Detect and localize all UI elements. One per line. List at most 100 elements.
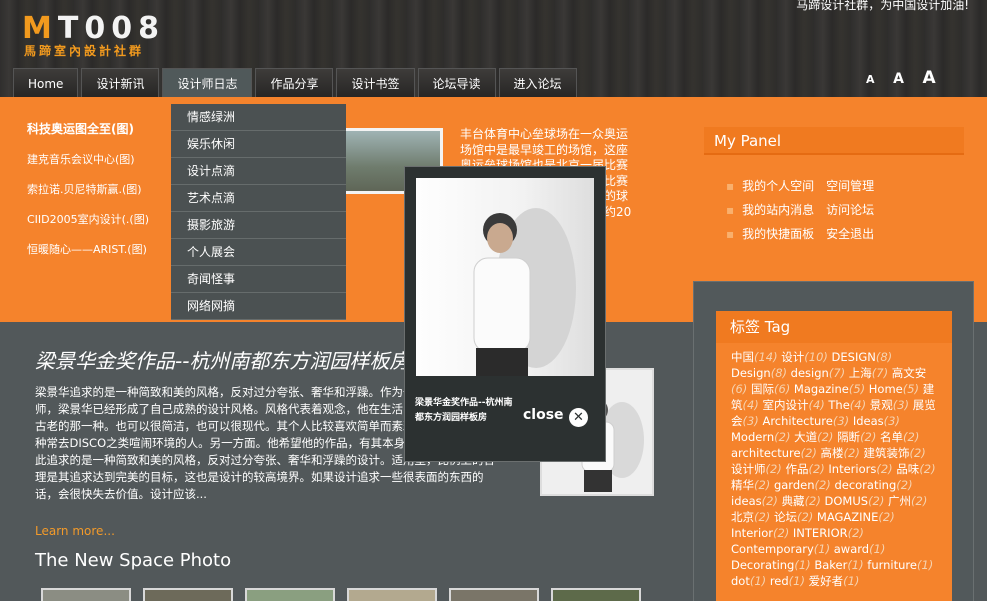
tag-link[interactable]: design(7) xyxy=(791,366,845,380)
tag-link[interactable]: Design(8) xyxy=(731,366,787,380)
tag-link[interactable]: Magazine(5) xyxy=(794,382,865,396)
tag-link[interactable]: 广州(2) xyxy=(888,494,927,508)
tag-link[interactable]: 名单(2) xyxy=(880,430,919,444)
tag-link[interactable]: Baker(1) xyxy=(814,558,863,572)
nav-home[interactable]: Home xyxy=(13,68,79,98)
tag-link[interactable]: Contemporary(1) xyxy=(731,542,830,556)
tag-link[interactable]: ideas(2) xyxy=(731,494,778,508)
headline-link[interactable]: 科技奥运图全至(图) xyxy=(27,121,149,151)
tag-link[interactable]: 建筑装饰(2) xyxy=(864,446,926,460)
headline-link[interactable]: 建克音乐会议中心(图) xyxy=(27,151,149,181)
tag-link[interactable]: red(1) xyxy=(770,574,805,588)
photo-thumbnail[interactable] xyxy=(449,588,539,601)
tag-link[interactable]: furniture(1) xyxy=(867,558,933,572)
tag-link[interactable]: Modern(2) xyxy=(731,430,790,444)
tag-link[interactable]: INTERIOR(2) xyxy=(793,526,864,540)
panel-link-logout[interactable]: 安全退出 xyxy=(826,227,874,241)
font-medium-button[interactable]: A xyxy=(893,71,904,87)
tag-name: Contemporary xyxy=(731,542,814,556)
dropdown-item[interactable]: 艺术点滴 xyxy=(171,185,346,212)
dropdown-item[interactable]: 摄影旅游 xyxy=(171,212,346,239)
tag-link[interactable]: 中国(14) xyxy=(731,350,778,364)
nav-forum-guide[interactable]: 论坛导读 xyxy=(417,68,496,98)
tag-count: (5) xyxy=(902,382,920,396)
tag-link[interactable]: DESIGN(8) xyxy=(832,350,893,364)
dropdown-item[interactable]: 网络网摘 xyxy=(171,293,346,320)
tag-link[interactable]: 景观(3) xyxy=(870,398,909,412)
tag-link[interactable]: Ideas(3) xyxy=(853,414,900,428)
dropdown-item[interactable]: 奇闻怪事 xyxy=(171,266,346,293)
nav-enter-forum[interactable]: 进入论坛 xyxy=(498,68,577,98)
site-logo[interactable]: MT008 xyxy=(22,13,165,45)
dropdown-item[interactable]: 情感绿洲 xyxy=(171,104,346,131)
nav-design-bookmarks[interactable]: 设计书签 xyxy=(336,68,415,98)
tag-link[interactable]: 上海(7) xyxy=(849,366,888,380)
tag-link[interactable]: The(4) xyxy=(828,398,866,412)
portrait-image xyxy=(473,208,576,376)
dropdown-item[interactable]: 娱乐休闲 xyxy=(171,131,346,158)
tag-link[interactable]: Decorating(1) xyxy=(731,558,811,572)
photo-thumbnail[interactable] xyxy=(347,588,437,601)
tag-count: (2) xyxy=(817,430,834,444)
panel-link-messages[interactable]: 我的站内消息 xyxy=(742,203,814,217)
font-large-button[interactable]: A xyxy=(923,68,936,88)
tag-link[interactable]: 高楼(2) xyxy=(821,446,860,460)
panel-link-my-space[interactable]: 我的个人空间 xyxy=(742,179,814,193)
dropdown-item[interactable]: 个人展会 xyxy=(171,239,346,266)
headline-link[interactable]: CIID2005室内设计(.(图) xyxy=(27,211,149,241)
nav-works-share[interactable]: 作品分享 xyxy=(255,68,334,98)
tag-count: (1) xyxy=(794,558,811,572)
tag-count: (2) xyxy=(847,526,864,540)
tag-count: (2) xyxy=(909,446,926,460)
tag-count: (3) xyxy=(742,414,759,428)
tag-link[interactable]: 爱好者(1) xyxy=(809,574,860,588)
panel-link-space-manage[interactable]: 空间管理 xyxy=(826,179,874,193)
tag-link[interactable]: 论坛(2) xyxy=(774,510,813,524)
popup-close-label[interactable]: close xyxy=(523,407,564,423)
headline-link[interactable]: 恒暖随心——ARIST.(图) xyxy=(27,241,149,271)
close-icon[interactable]: ✕ xyxy=(569,408,588,427)
tag-link[interactable]: 作品(2) xyxy=(785,462,824,476)
learn-more-link[interactable]: Learn more... xyxy=(35,524,115,538)
tag-link[interactable]: 北京(2) xyxy=(731,510,770,524)
popup-caption: 梁景华金奖作品--杭州南都东方润园样板房 xyxy=(415,398,513,423)
tag-link[interactable]: decorating(2) xyxy=(834,478,912,492)
tag-link[interactable]: 国际(6) xyxy=(751,382,790,396)
tag-link[interactable]: 室内设计(4) xyxy=(762,398,824,412)
tag-count: (1) xyxy=(869,542,886,556)
main-nav: Home 设计新讯 设计师日志 作品分享 设计书签 论坛导读 进入论坛 xyxy=(13,68,580,105)
tag-link[interactable]: architecture(2) xyxy=(731,446,817,460)
panel-link-visit-forum[interactable]: 访问论坛 xyxy=(826,203,874,217)
tag-link[interactable]: 品味(2) xyxy=(896,462,935,476)
tag-link[interactable]: 设计(10) xyxy=(781,350,828,364)
photo-thumbnail[interactable] xyxy=(551,588,641,601)
photo-thumbnail[interactable] xyxy=(245,588,335,601)
dropdown-item[interactable]: 设计点滴 xyxy=(171,158,346,185)
nav-design-news[interactable]: 设计新讯 xyxy=(81,68,160,98)
tag-link[interactable]: 典藏(2) xyxy=(782,494,821,508)
tag-name: 北京 xyxy=(731,510,754,524)
tag-link[interactable]: Interior(2) xyxy=(731,526,789,540)
tag-link[interactable]: Interiors(2) xyxy=(828,462,892,476)
headline-link[interactable]: 索拉诺.贝尼特斯赢.(图) xyxy=(27,181,149,211)
tag-link[interactable]: garden(2) xyxy=(774,478,831,492)
tag-link[interactable]: dot(1) xyxy=(731,574,766,588)
tag-name: 爱好者 xyxy=(808,574,844,588)
tag-link[interactable]: Architecture(3) xyxy=(762,414,849,428)
tag-link[interactable]: 大道(2) xyxy=(794,430,833,444)
tag-link[interactable]: 隔断(2) xyxy=(837,430,876,444)
tag-name: 作品 xyxy=(785,462,809,476)
tag-name: 中国 xyxy=(731,350,754,364)
tag-link[interactable]: award(1) xyxy=(834,542,886,556)
tag-link[interactable]: 精华(2) xyxy=(731,478,770,492)
tag-count: (7) xyxy=(828,366,846,380)
panel-link-shortcuts[interactable]: 我的快捷面板 xyxy=(742,227,814,241)
photo-thumbnail[interactable] xyxy=(41,588,131,601)
article-title[interactable]: 梁景华金奖作品--杭州南都东方润园样板房 xyxy=(35,345,415,374)
tag-link[interactable]: MAGAZINE(2) xyxy=(817,510,895,524)
tag-link[interactable]: Home(5) xyxy=(869,382,919,396)
tag-link[interactable]: DOMUS(2) xyxy=(825,494,885,508)
photo-thumbnail[interactable] xyxy=(143,588,233,601)
font-small-button[interactable]: A xyxy=(866,73,875,86)
tag-link[interactable]: 设计师(2) xyxy=(731,462,782,476)
